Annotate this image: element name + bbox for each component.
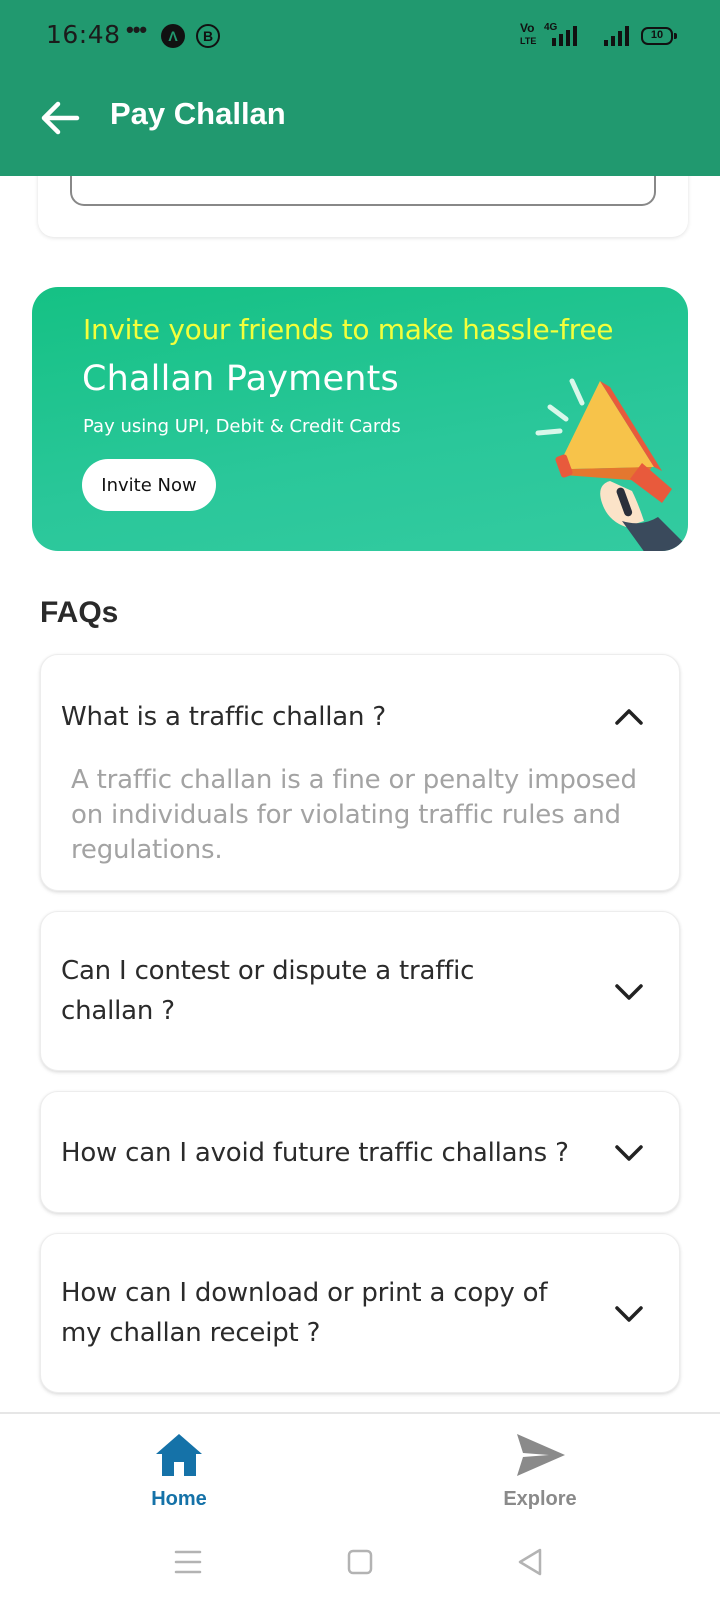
megaphone-icon bbox=[535, 378, 688, 551]
faq-question: What is a traffic challan ? bbox=[61, 702, 386, 732]
promo-title: Challan Payments bbox=[82, 359, 399, 399]
nav-explore-label: Explore bbox=[503, 1488, 577, 1510]
invite-now-button[interactable]: Invite Now bbox=[82, 459, 216, 511]
system-navigation-bar bbox=[0, 1522, 720, 1600]
back-triangle-icon[interactable] bbox=[510, 1542, 550, 1582]
status-time: 16:48 bbox=[46, 20, 121, 49]
signal-strength-2-icon bbox=[604, 26, 629, 46]
app-notification-icon: Λ bbox=[161, 24, 185, 48]
bottom-navigation: Home Explore bbox=[0, 1412, 720, 1522]
faq-answer: A traffic challan is a fine or penalty i… bbox=[71, 765, 637, 865]
battery-icon: 10 bbox=[641, 27, 677, 45]
top-bar: 16:48 ••• Λ B Vo LTE 4G 10 Pay Challan bbox=[0, 0, 720, 176]
signal-strength-icon bbox=[552, 26, 577, 46]
status-bar: 16:48 ••• Λ B Vo LTE 4G 10 bbox=[0, 0, 720, 72]
square-icon[interactable] bbox=[340, 1542, 380, 1582]
promo-subtitle: Pay using UPI, Debit & Credit Cards bbox=[83, 416, 401, 437]
bitcoin-notification-icon: B bbox=[196, 24, 220, 48]
home-icon bbox=[156, 1434, 202, 1476]
nav-home-label: Home bbox=[151, 1488, 207, 1510]
volte-icon: Vo LTE bbox=[520, 21, 537, 46]
chevron-down-icon[interactable] bbox=[613, 1137, 645, 1169]
faq-item-4[interactable]: How can I download or print a copy of my… bbox=[40, 1233, 680, 1393]
chevron-up-icon[interactable] bbox=[613, 701, 645, 733]
page-title: Pay Challan bbox=[110, 96, 286, 131]
more-notifications-icon: ••• bbox=[126, 17, 147, 42]
back-button[interactable] bbox=[36, 94, 84, 142]
send-icon bbox=[517, 1434, 565, 1476]
nav-home[interactable]: Home bbox=[109, 1414, 249, 1522]
faqs-heading: FAQs bbox=[40, 596, 119, 629]
menu-icon[interactable] bbox=[168, 1542, 208, 1582]
chevron-down-icon[interactable] bbox=[613, 1298, 645, 1330]
chevron-down-icon[interactable] bbox=[613, 976, 645, 1008]
invite-promo-banner: Invite your friends to make hassle-free … bbox=[32, 287, 688, 551]
nav-explore[interactable]: Explore bbox=[470, 1414, 610, 1522]
faq-question: How can I download or print a copy of my… bbox=[61, 1278, 548, 1348]
faq-item-3[interactable]: How can I avoid future traffic challans … bbox=[40, 1091, 680, 1213]
faq-item-1[interactable]: What is a traffic challan ? A traffic ch… bbox=[40, 654, 680, 891]
faq-question: Can I contest or dispute a traffic chall… bbox=[61, 956, 475, 1026]
app-bar: Pay Challan bbox=[0, 80, 720, 176]
faq-question: How can I avoid future traffic challans … bbox=[61, 1138, 569, 1168]
arrow-left-icon bbox=[41, 101, 80, 135]
promo-headline: Invite your friends to make hassle-free bbox=[83, 313, 614, 346]
faq-item-2[interactable]: Can I contest or dispute a traffic chall… bbox=[40, 911, 680, 1071]
